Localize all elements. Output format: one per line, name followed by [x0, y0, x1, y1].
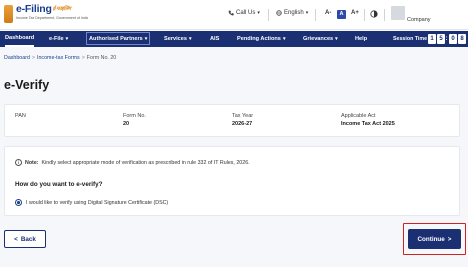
- nav-label: Pending Actions: [237, 36, 281, 42]
- font-default-button[interactable]: A: [337, 10, 346, 19]
- note-label: Note:: [25, 159, 39, 166]
- nav-services[interactable]: Services ▾: [164, 31, 192, 47]
- page-title: e-Verify: [4, 78, 50, 92]
- nav-ais[interactable]: AIS: [210, 31, 219, 47]
- session-digit: 8: [458, 34, 466, 44]
- session-digit: 5: [437, 34, 445, 44]
- nav-label: Dashboard: [5, 35, 35, 41]
- nav-label: Grievances: [303, 36, 334, 42]
- header-divider: [315, 9, 316, 21]
- applicable-act-field: Applicable Act Income Tax Act 2025: [341, 113, 395, 127]
- form-no-value: 20: [123, 121, 130, 127]
- brand-name: e-Filingई-फाइलिंग: [16, 3, 71, 15]
- dsc-option[interactable]: I would like to verify using Digital Sig…: [15, 199, 168, 206]
- session-time-label: Session Time: [393, 36, 428, 42]
- chevron-down-icon: ▾: [282, 36, 286, 42]
- verification-card: i Note: Kindly select appropriate mode o…: [4, 146, 460, 216]
- session-colon: :: [445, 36, 448, 42]
- dsc-radio[interactable]: [15, 199, 22, 206]
- nav-label: AIS: [210, 36, 220, 42]
- breadcrumb-current: Form No. 20: [86, 55, 117, 61]
- brand-tagline: Income Tax Department, Government of Ind…: [16, 16, 88, 20]
- font-increase-button[interactable]: A+: [351, 10, 359, 16]
- tax-year-value: 2026-27: [232, 121, 253, 127]
- note-text: Kindly select appropriate mode of verifi…: [41, 159, 250, 166]
- chevron-down-icon: ▾: [257, 10, 260, 16]
- form-no-field: Form No. 20: [123, 113, 146, 127]
- chevron-left-icon: <: [14, 235, 18, 243]
- efiling-logo[interactable]: e-Filingई-फाइलिंग Income Tax Department,…: [4, 3, 88, 27]
- pan-label: PAN: [15, 113, 26, 119]
- user-name[interactable]: Company: [407, 17, 431, 23]
- font-decrease-button[interactable]: A-: [325, 10, 331, 16]
- verification-note: i Note: Kindly select appropriate mode o…: [15, 159, 250, 166]
- applicable-act-label: Applicable Act: [341, 113, 376, 119]
- form-no-label: Form No.: [123, 113, 146, 119]
- applicable-act-value: Income Tax Act 2025: [341, 121, 395, 127]
- breadcrumb-separator: >: [81, 55, 85, 61]
- nav-pending-actions[interactable]: Pending Actions ▾: [237, 31, 285, 47]
- back-button[interactable]: < Back: [4, 230, 46, 248]
- chevron-down-icon: ▾: [189, 36, 192, 42]
- nav-label: e-File: [49, 36, 64, 42]
- phone-icon: [228, 10, 234, 16]
- chevron-down-icon: ▾: [65, 36, 69, 42]
- breadcrumb: Dashboard > Income-tax Forms > Form No. …: [4, 55, 116, 61]
- emblem-icon: [4, 5, 13, 23]
- brand-hindi: ई-फाइलिंग: [52, 6, 71, 13]
- nav-efile[interactable]: e-File ▾: [49, 31, 68, 47]
- language-selector[interactable]: English ▾: [276, 10, 308, 16]
- chevron-down-icon: ▾: [144, 35, 148, 42]
- pan-value: [15, 121, 26, 127]
- call-us-label: Call Us: [236, 10, 256, 16]
- verify-question: How do you want to e-verify?: [15, 181, 103, 188]
- nav-label: Services: [164, 36, 188, 42]
- pan-field: PAN: [15, 113, 26, 127]
- header-divider: [268, 9, 269, 21]
- tax-year-field: Tax Year 2026-27: [232, 113, 253, 127]
- continue-label: Continue: [417, 235, 445, 243]
- form-info-card: PAN Form No. 20 Tax Year 2026-27 Applica…: [4, 104, 460, 137]
- breadcrumb-dashboard[interactable]: Dashboard: [4, 55, 30, 61]
- breadcrumb-income-tax-forms[interactable]: Income-tax Forms: [37, 55, 80, 61]
- breadcrumb-separator: >: [31, 55, 36, 61]
- chevron-down-icon: ▾: [305, 10, 309, 16]
- session-digit: 0: [449, 34, 457, 44]
- main-nav: Dashboard e-File ▾ Authorised Partners ▾ S…: [0, 31, 468, 47]
- dsc-option-label[interactable]: I would like to verify using Digital Sig…: [26, 200, 168, 206]
- nav-label: Help: [355, 36, 368, 42]
- top-header: e-Filingई-फाइलिंग Income Tax Department,…: [0, 0, 468, 30]
- nav-help[interactable]: Help: [355, 31, 367, 47]
- globe-icon: [276, 10, 282, 16]
- avatar[interactable]: [391, 6, 405, 20]
- chevron-down-icon: ▾: [335, 36, 338, 42]
- nav-label: Authorised Partners: [89, 35, 143, 42]
- header-divider: [364, 9, 365, 21]
- continue-button[interactable]: Continue >: [408, 229, 461, 249]
- nav-grievances[interactable]: Grievances ▾: [303, 31, 338, 47]
- nav-authorised-partners[interactable]: Authorised Partners ▾: [86, 32, 151, 45]
- language-label: English: [284, 10, 304, 16]
- contrast-icon[interactable]: [370, 10, 378, 18]
- header-divider: [384, 9, 385, 21]
- chevron-right-icon: >: [447, 235, 452, 243]
- back-label: Back: [20, 235, 36, 243]
- call-us-menu[interactable]: Call Us ▾: [228, 10, 260, 16]
- info-icon: i: [15, 159, 22, 166]
- session-digit: 1: [428, 34, 436, 44]
- nav-dashboard[interactable]: Dashboard: [5, 31, 35, 47]
- tax-year-label: Tax Year: [232, 113, 254, 119]
